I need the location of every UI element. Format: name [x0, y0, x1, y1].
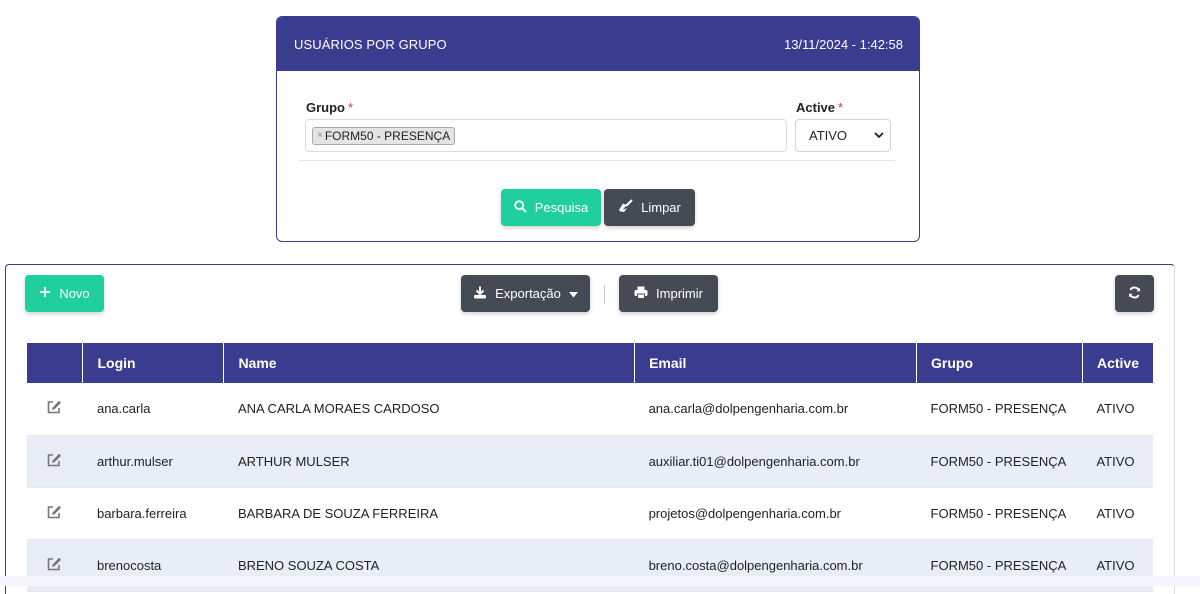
column-header-active[interactable]: Active — [1081, 343, 1153, 383]
broom-icon — [618, 199, 633, 216]
required-mark: * — [348, 100, 354, 115]
table-header-row: Login Name Email Grupo Active — [27, 343, 1153, 383]
table-row: ana.carla ANA CARLA MORAES CARDOSO ana.c… — [27, 383, 1153, 436]
table-row: barbara.ferreira BARBARA DE SOUZA FERREI… — [27, 487, 1153, 540]
active-label: Active * — [796, 100, 843, 115]
cell-active: ATIVO — [1082, 487, 1153, 540]
page-title: USUÁRIOS POR GRUPO — [294, 36, 447, 52]
cell-name: BARBARA DE SOUZA FERREIRA — [223, 487, 635, 540]
export-button[interactable]: Exportação — [461, 275, 590, 312]
refresh-button[interactable] — [1115, 275, 1154, 312]
grupo-label: Grupo * — [306, 100, 353, 115]
cell-email: projetos@dolpengenharia.com.br — [634, 487, 917, 540]
filter-header: USUÁRIOS POR GRUPO 13/11/2024 - 1:42:58 — [277, 17, 919, 71]
required-mark: * — [838, 100, 844, 115]
filter-card: USUÁRIOS POR GRUPO 13/11/2024 - 1:42:58 … — [276, 16, 920, 242]
column-header-actions — [27, 343, 83, 383]
cell-login: ana.carla — [82, 383, 224, 436]
cell-name: ARTHUR MULSER — [223, 435, 635, 488]
clear-button[interactable]: Limpar — [604, 189, 695, 226]
grupo-tag-label: FORM50 - PRESENÇA — [324, 128, 451, 143]
cell-email: ana.carla@dolpengenharia.com.br — [634, 383, 917, 436]
export-button-label: Exportação — [495, 286, 561, 301]
search-icon — [514, 199, 527, 216]
cell-grupo: FORM50 - PRESENÇA — [916, 487, 1083, 540]
print-icon — [634, 286, 648, 302]
filter-body: Grupo * × FORM50 - PRESENÇA Active * ATIVO… — [277, 71, 919, 241]
cell-login: barbara.ferreira — [82, 487, 224, 540]
grupo-tag: × FORM50 - PRESENÇA — [312, 126, 456, 145]
active-label-text: Active — [796, 100, 836, 115]
cell-email: auxiliar.ti01@dolpengenharia.com.br — [634, 435, 917, 488]
new-button[interactable]: Novo — [25, 275, 104, 312]
print-button-label: Imprimir — [656, 286, 703, 301]
print-button[interactable]: Imprimir — [619, 275, 718, 312]
divider — [299, 160, 895, 161]
caret-down-icon — [568, 286, 578, 301]
edit-icon[interactable] — [47, 505, 62, 522]
edit-icon[interactable] — [47, 400, 62, 417]
download-icon — [473, 286, 487, 302]
edit-cell — [27, 383, 83, 436]
page-bottom-edge — [0, 576, 1200, 586]
active-select-value: ATIVO — [809, 128, 848, 143]
cell-grupo: FORM50 - PRESENÇA — [916, 383, 1083, 436]
search-button-label: Pesquisa — [534, 200, 589, 215]
tag-remove-icon[interactable]: × — [317, 130, 323, 141]
edit-cell — [27, 487, 83, 540]
edit-icon[interactable] — [47, 453, 62, 470]
refresh-icon — [1128, 286, 1141, 302]
cell-active: ATIVO — [1082, 435, 1153, 488]
toolbar-separator — [604, 285, 605, 304]
cell-name: ANA CARLA MORAES CARDOSO — [223, 383, 635, 436]
new-button-label: Novo — [59, 286, 90, 301]
results-card: Novo Exportação Imprimir Login Name Emai… — [5, 264, 1175, 594]
column-header-email[interactable]: Email — [634, 343, 917, 383]
column-header-grupo[interactable]: Grupo — [916, 343, 1083, 383]
cell-active: ATIVO — [1082, 383, 1153, 436]
cell-grupo: FORM50 - PRESENÇA — [916, 435, 1083, 488]
table-row: arthur.mulser ARTHUR MULSER auxiliar.ti0… — [27, 435, 1153, 488]
users-table: Login Name Email Grupo Active ana.carla … — [27, 343, 1153, 592]
edit-cell — [27, 435, 83, 488]
edit-icon[interactable] — [47, 557, 62, 574]
grupo-label-text: Grupo — [306, 100, 345, 115]
grupo-tag-input[interactable]: × FORM50 - PRESENÇA — [305, 119, 787, 152]
plus-icon — [39, 286, 51, 301]
active-select[interactable]: ATIVO — [795, 119, 891, 152]
chevron-down-icon — [874, 130, 884, 142]
search-button[interactable]: Pesquisa — [501, 189, 601, 226]
column-header-name[interactable]: Name — [223, 343, 635, 383]
clear-button-label: Limpar — [641, 200, 681, 215]
column-header-login[interactable]: Login — [82, 343, 224, 383]
cell-login: arthur.mulser — [82, 435, 224, 488]
datetime-label: 13/11/2024 - 1:42:58 — [783, 36, 903, 52]
